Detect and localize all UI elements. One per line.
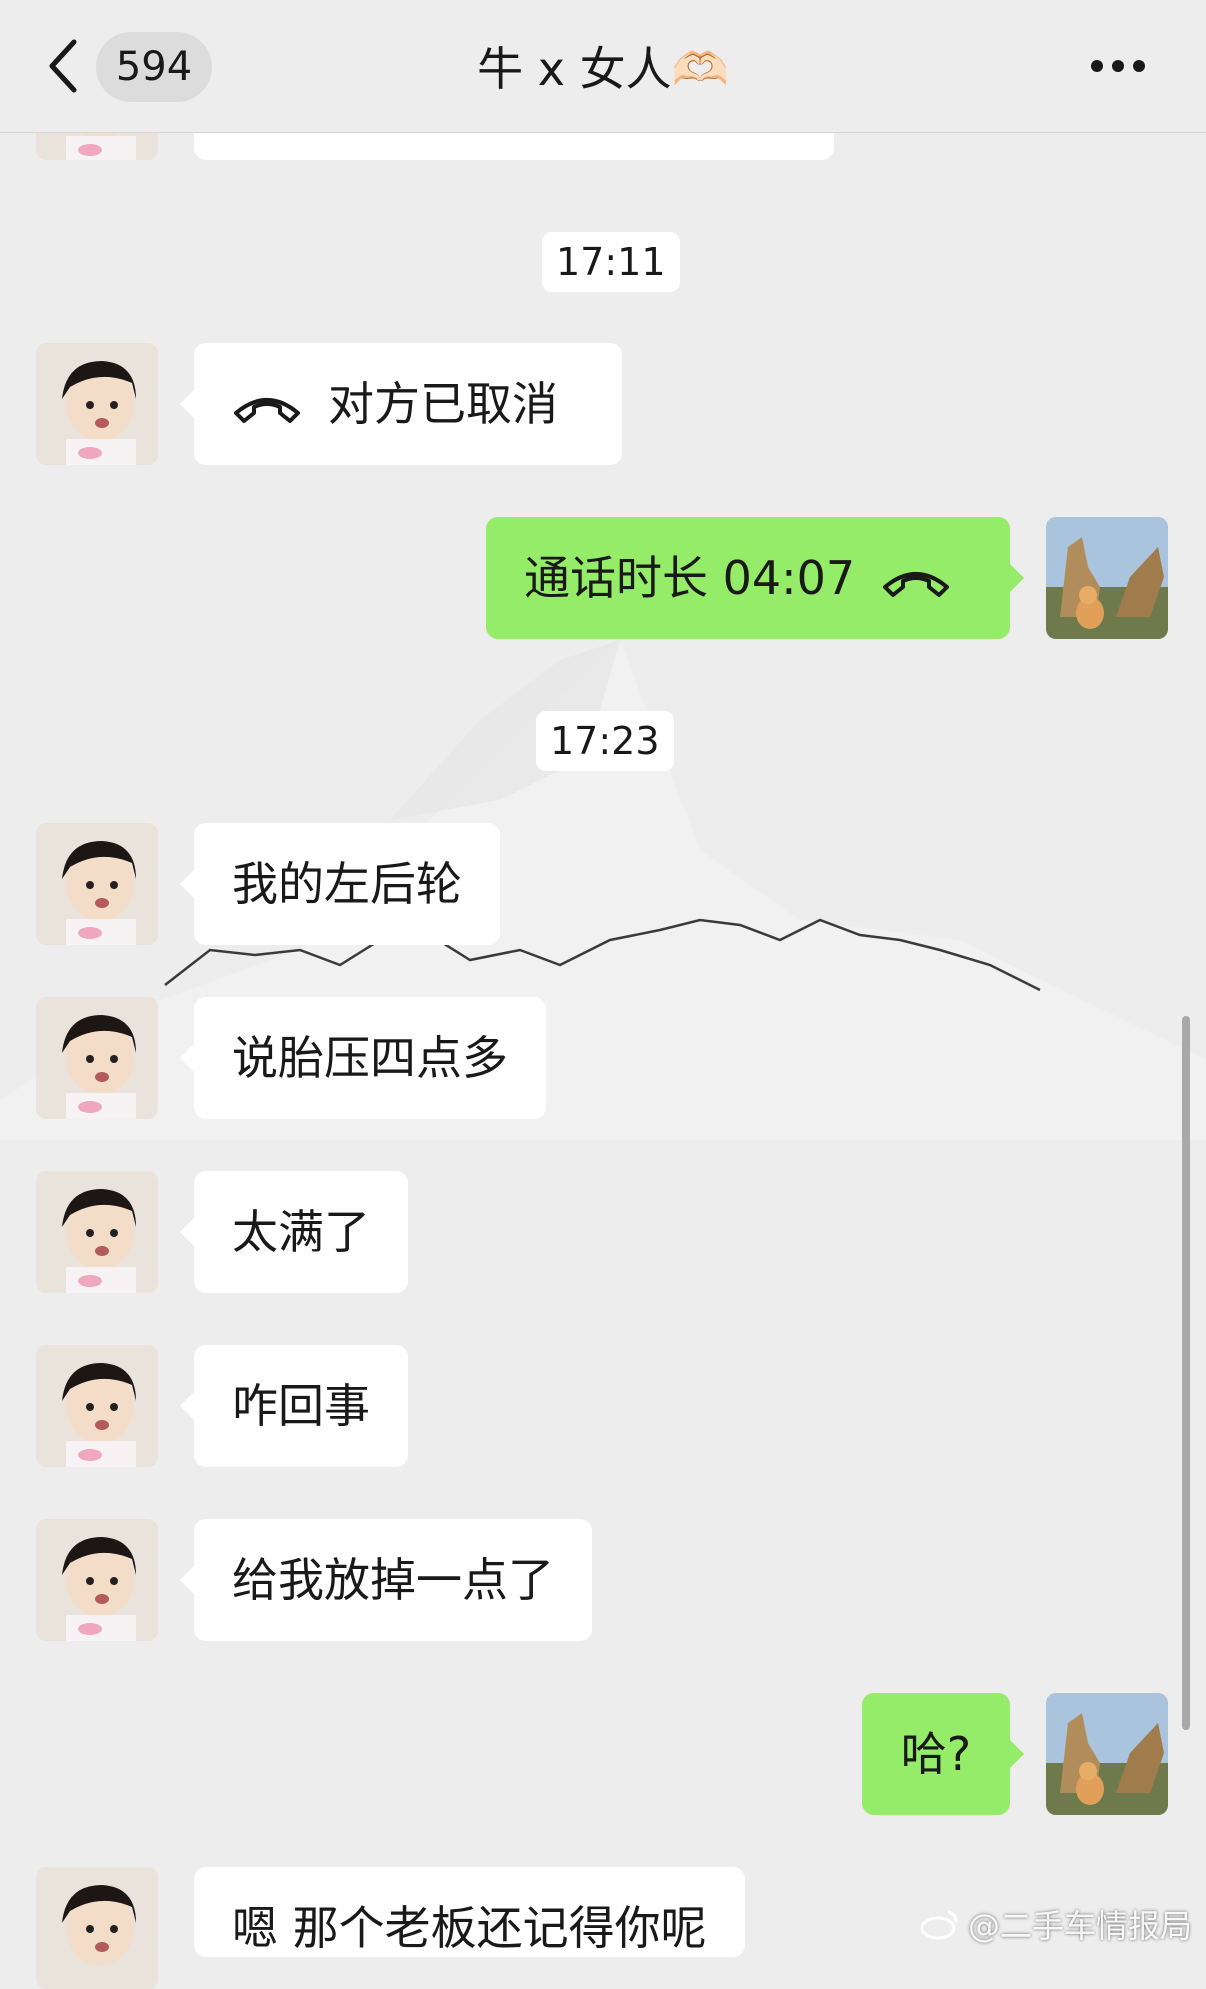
avatar-self[interactable] [1046,517,1168,639]
avatar-other[interactable] [36,997,158,1119]
avatar-self[interactable] [1046,1693,1168,1815]
watermark-text: @二手车情报局 [967,1907,1192,1945]
message-bubble-self[interactable]: 哈? [862,1693,1024,1815]
phone-hangup-icon [234,397,300,423]
phone-hangup-icon [883,571,950,597]
call-duration-text: 通话时长 04:07 [524,551,856,605]
weibo-logo-icon [920,1910,958,1940]
chat-title: 牛 x 女人🫶🏻 [477,42,729,96]
timestamp: 17:23 [536,711,674,771]
timestamp: 17:11 [542,232,680,292]
avatar-other[interactable] [36,1345,158,1467]
call-cancelled-bubble[interactable]: 对方已取消 [180,343,622,465]
more-button[interactable] [1090,58,1146,74]
watermark: @二手车情报局 [920,1901,1192,1947]
avatar-other[interactable] [36,1171,158,1293]
message-bubble[interactable]: 给我放掉一点了 [180,1519,592,1641]
message-bubble[interactable]: 我的左后轮 [180,823,500,945]
avatar-other[interactable] [36,343,158,465]
message-bubble[interactable]: 嗯 那个老板还记得你呢 [194,1867,745,1957]
message-bubble[interactable]: 说胎压四点多 [180,997,546,1119]
more-dots-icon [1091,60,1145,72]
avatar-other[interactable] [36,823,158,945]
call-duration-bubble[interactable]: 通话时长 04:07 [486,517,1024,639]
message-list[interactable]: 17:11 对方已取消 通话时长 04:07 17:23 我的左后轮 说胎压四点… [0,0,1206,1989]
call-status-text: 对方已取消 [328,377,558,431]
message-bubble[interactable]: 太满了 [180,1171,408,1293]
message-bubble[interactable]: 咋回事 [180,1345,408,1467]
scrollbar[interactable] [1182,1016,1190,1730]
avatar-other[interactable] [36,1519,158,1641]
avatar-other[interactable] [36,1867,158,1989]
chat-header: 594 牛 x 女人🫶🏻 [0,0,1206,133]
